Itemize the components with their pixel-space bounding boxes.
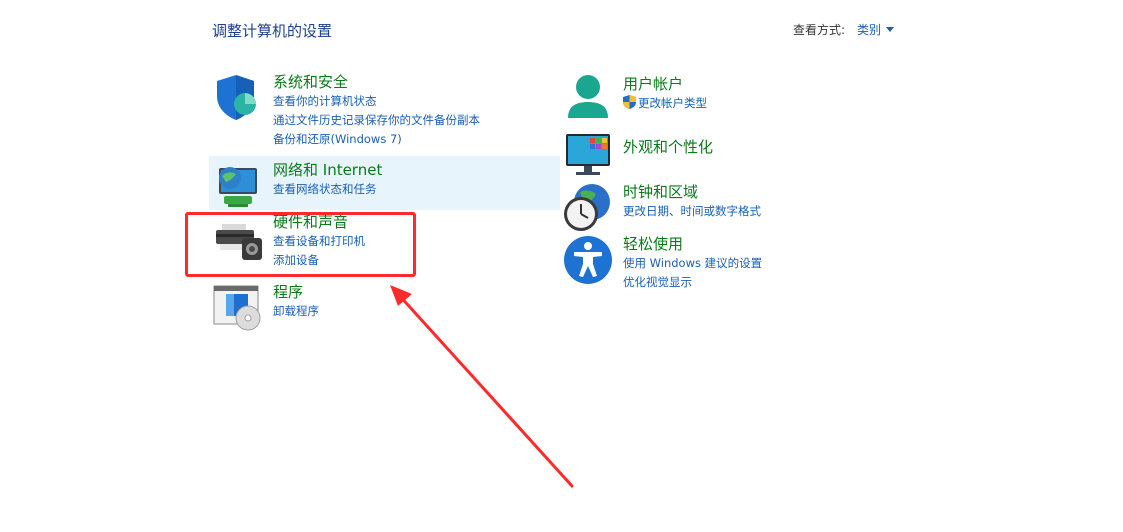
- category-title[interactable]: 外观和个性化: [623, 137, 713, 157]
- category-title[interactable]: 轻松使用: [623, 234, 762, 254]
- uac-shield-icon: [623, 95, 636, 109]
- accessibility-icon: [562, 234, 614, 286]
- link-recommended-settings[interactable]: 使用 Windows 建议的设置: [623, 254, 762, 273]
- link-text: 更改帐户类型: [638, 96, 707, 110]
- link-change-account-type[interactable]: 更改帐户类型: [623, 94, 707, 113]
- programs-icon: [212, 282, 264, 334]
- link-backup-restore[interactable]: 备份和还原(Windows 7): [273, 130, 480, 149]
- shield-icon: [212, 72, 264, 124]
- link-network-status[interactable]: 查看网络状态和任务: [273, 180, 382, 199]
- view-by-label: 查看方式:: [793, 23, 846, 37]
- category-title[interactable]: 系统和安全: [273, 72, 480, 92]
- page-title: 调整计算机的设置: [212, 22, 333, 40]
- link-change-date-time[interactable]: 更改日期、时间或数字格式: [623, 202, 761, 221]
- category-title[interactable]: 用户帐户: [623, 74, 707, 94]
- view-by-dropdown[interactable]: 类别: [857, 21, 881, 38]
- category-title[interactable]: 时钟和区域: [623, 182, 761, 202]
- link-uninstall-program[interactable]: 卸载程序: [273, 302, 319, 321]
- link-file-history[interactable]: 通过文件历史记录保存你的文件备份副本: [273, 111, 480, 130]
- category-title[interactable]: 程序: [273, 282, 319, 302]
- monitor-icon: [562, 132, 614, 184]
- link-view-computer-status[interactable]: 查看你的计算机状态: [273, 92, 480, 111]
- chevron-down-icon[interactable]: [886, 27, 895, 32]
- annotation-highlight-box: [185, 212, 416, 277]
- category-title[interactable]: 网络和 Internet: [273, 160, 382, 180]
- link-optimize-visual[interactable]: 优化视觉显示: [623, 273, 762, 292]
- user-icon: [562, 74, 614, 126]
- clock-icon: [562, 182, 614, 234]
- view-by: 查看方式: 类别: [793, 21, 895, 38]
- network-globe-icon: [212, 160, 264, 212]
